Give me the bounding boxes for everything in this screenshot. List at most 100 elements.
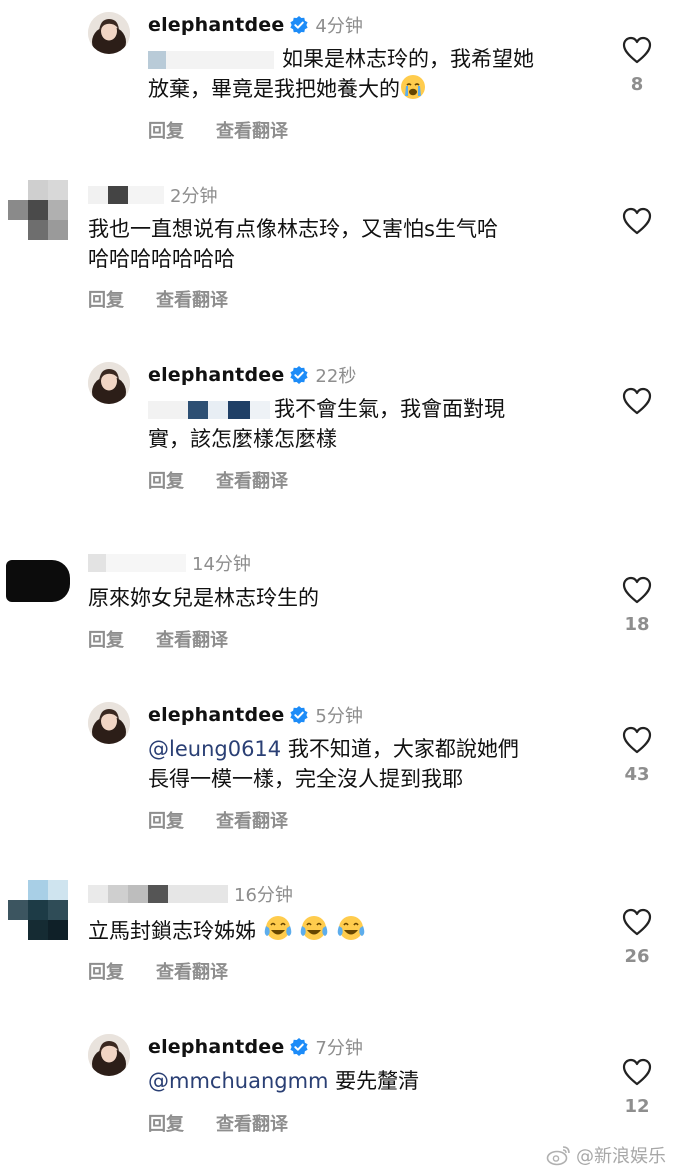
redacted-mention [148, 401, 188, 419]
translate-button[interactable]: 查看翻译 [216, 117, 288, 143]
verified-badge-icon [290, 1038, 309, 1056]
comment-actions: 回复 查看翻译 [148, 1110, 288, 1136]
redacted-mention [250, 401, 270, 419]
avatar[interactable] [6, 560, 70, 602]
verified-badge-icon [290, 16, 309, 34]
heart-icon [622, 387, 652, 415]
reply-button[interactable]: 回复 [148, 1110, 184, 1136]
comment-text: 立馬封鎖志玲姊姊 [88, 914, 366, 946]
redacted-username [128, 885, 148, 903]
heart-icon [622, 207, 652, 235]
like-count: 12 [624, 1096, 650, 1117]
username[interactable]: elephantdee [148, 364, 284, 386]
tears-of-joy-emoji-icon [337, 916, 365, 940]
like-count: 18 [624, 614, 650, 635]
reply-button[interactable]: 回复 [88, 626, 124, 652]
like-count: 8 [630, 74, 644, 95]
heart-icon [622, 36, 652, 64]
watermark: @新浪娱乐 [546, 1142, 666, 1168]
timestamp: 4分钟 [315, 16, 363, 37]
username[interactable]: elephantdee [148, 1036, 284, 1058]
comment-text: 我也一直想说有点像林志玲，又害怕s生气哈 哈哈哈哈哈哈哈 [88, 217, 498, 271]
translate-button[interactable]: 查看翻译 [216, 1110, 288, 1136]
like-button[interactable]: 26 [617, 908, 657, 967]
tears-of-joy-emoji-icon [264, 916, 291, 940]
comment-actions: 回复 查看翻译 [148, 467, 288, 493]
verified-badge-icon [290, 706, 309, 724]
avatar[interactable] [8, 880, 68, 940]
like-button[interactable]: 18 [617, 576, 657, 635]
like-button[interactable]: 43 [617, 726, 657, 785]
like-button[interactable]: 12 [617, 1058, 657, 1117]
comment-actions: 回复 查看翻译 [88, 286, 228, 312]
avatar[interactable] [8, 180, 68, 240]
timestamp: 2分钟 [170, 186, 218, 207]
redacted-mention [188, 401, 208, 419]
redacted-username [88, 186, 108, 204]
timestamp: 14分钟 [192, 554, 251, 575]
watermark-text: @新浪娱乐 [576, 1146, 666, 1167]
translate-button[interactable]: 查看翻译 [156, 626, 228, 652]
redacted-mention [208, 401, 228, 419]
like-button[interactable] [617, 207, 657, 235]
heart-icon [622, 576, 652, 604]
comment-actions: 回复 查看翻译 [148, 807, 288, 833]
reply-button[interactable]: 回复 [148, 807, 184, 833]
translate-button[interactable]: 查看翻译 [156, 286, 228, 312]
comment-actions: 回复 查看翻译 [88, 958, 228, 984]
redacted-mention [228, 401, 250, 419]
redacted-username [106, 554, 186, 572]
reply-button[interactable]: 回复 [148, 467, 184, 493]
translate-button[interactable]: 查看翻译 [156, 958, 228, 984]
timestamp: 22秒 [315, 366, 357, 387]
redacted-username [88, 554, 106, 572]
avatar[interactable] [88, 12, 130, 54]
comment-text: 我不會生氣，我會面對現 實，該怎麼樣怎麼樣 [148, 397, 505, 451]
like-button[interactable]: 8 [617, 36, 657, 95]
comment-header: elephantdee 5分钟 [148, 700, 363, 730]
redacted-username [148, 885, 168, 903]
timestamp: 7分钟 [315, 1038, 363, 1059]
comment-text: @leung0614 我不知道，大家都說她們 長得一模一樣，完全沒人提到我耶 [148, 737, 519, 791]
like-count: 43 [624, 764, 650, 785]
comment-header: 14分钟 [88, 548, 251, 578]
crying-emoji-icon [401, 75, 425, 99]
redacted-mention [148, 51, 166, 69]
like-count: 26 [624, 946, 650, 967]
translate-button[interactable]: 查看翻译 [216, 467, 288, 493]
tears-of-joy-emoji-icon [301, 916, 328, 940]
mention-link[interactable]: @leung0614 [148, 737, 281, 761]
reply-button[interactable]: 回复 [148, 117, 184, 143]
comment-header: elephantdee 22秒 [148, 360, 356, 390]
comment-header: elephantdee 4分钟 [148, 10, 363, 40]
reply-button[interactable]: 回复 [88, 958, 124, 984]
heart-icon [622, 726, 652, 754]
comment-actions: 回复 查看翻译 [88, 626, 228, 652]
redacted-username [108, 885, 128, 903]
translate-button[interactable]: 查看翻译 [216, 807, 288, 833]
username[interactable]: elephantdee [148, 704, 284, 726]
comment-text: @mmchuangmm 要先釐清 [148, 1069, 420, 1093]
comment-actions: 回复 查看翻译 [148, 117, 288, 143]
comment-header: 16分钟 [88, 879, 293, 909]
like-button[interactable] [617, 387, 657, 415]
timestamp: 5分钟 [315, 706, 363, 727]
avatar[interactable] [88, 1034, 130, 1076]
avatar[interactable] [88, 362, 130, 404]
redacted-username [168, 885, 228, 903]
timestamp: 16分钟 [234, 885, 293, 906]
username[interactable]: elephantdee [148, 14, 284, 36]
mention-link[interactable]: @mmchuangmm [148, 1069, 329, 1093]
redacted-username [88, 885, 108, 903]
heart-icon [622, 908, 652, 936]
comment-header: 2分钟 [88, 180, 217, 210]
comment-header: elephantdee 7分钟 [148, 1032, 363, 1062]
redacted-username [128, 186, 164, 204]
comment-text: 原來妳女兒是林志玲生的 [88, 586, 319, 610]
avatar[interactable] [88, 702, 130, 744]
comment-text: 如果是林志玲的，我希望她 放棄，畢竟是我把她養大的 [148, 47, 534, 101]
weibo-logo-icon [546, 1146, 570, 1166]
verified-badge-icon [290, 366, 309, 384]
reply-button[interactable]: 回复 [88, 286, 124, 312]
redacted-username [108, 186, 128, 204]
